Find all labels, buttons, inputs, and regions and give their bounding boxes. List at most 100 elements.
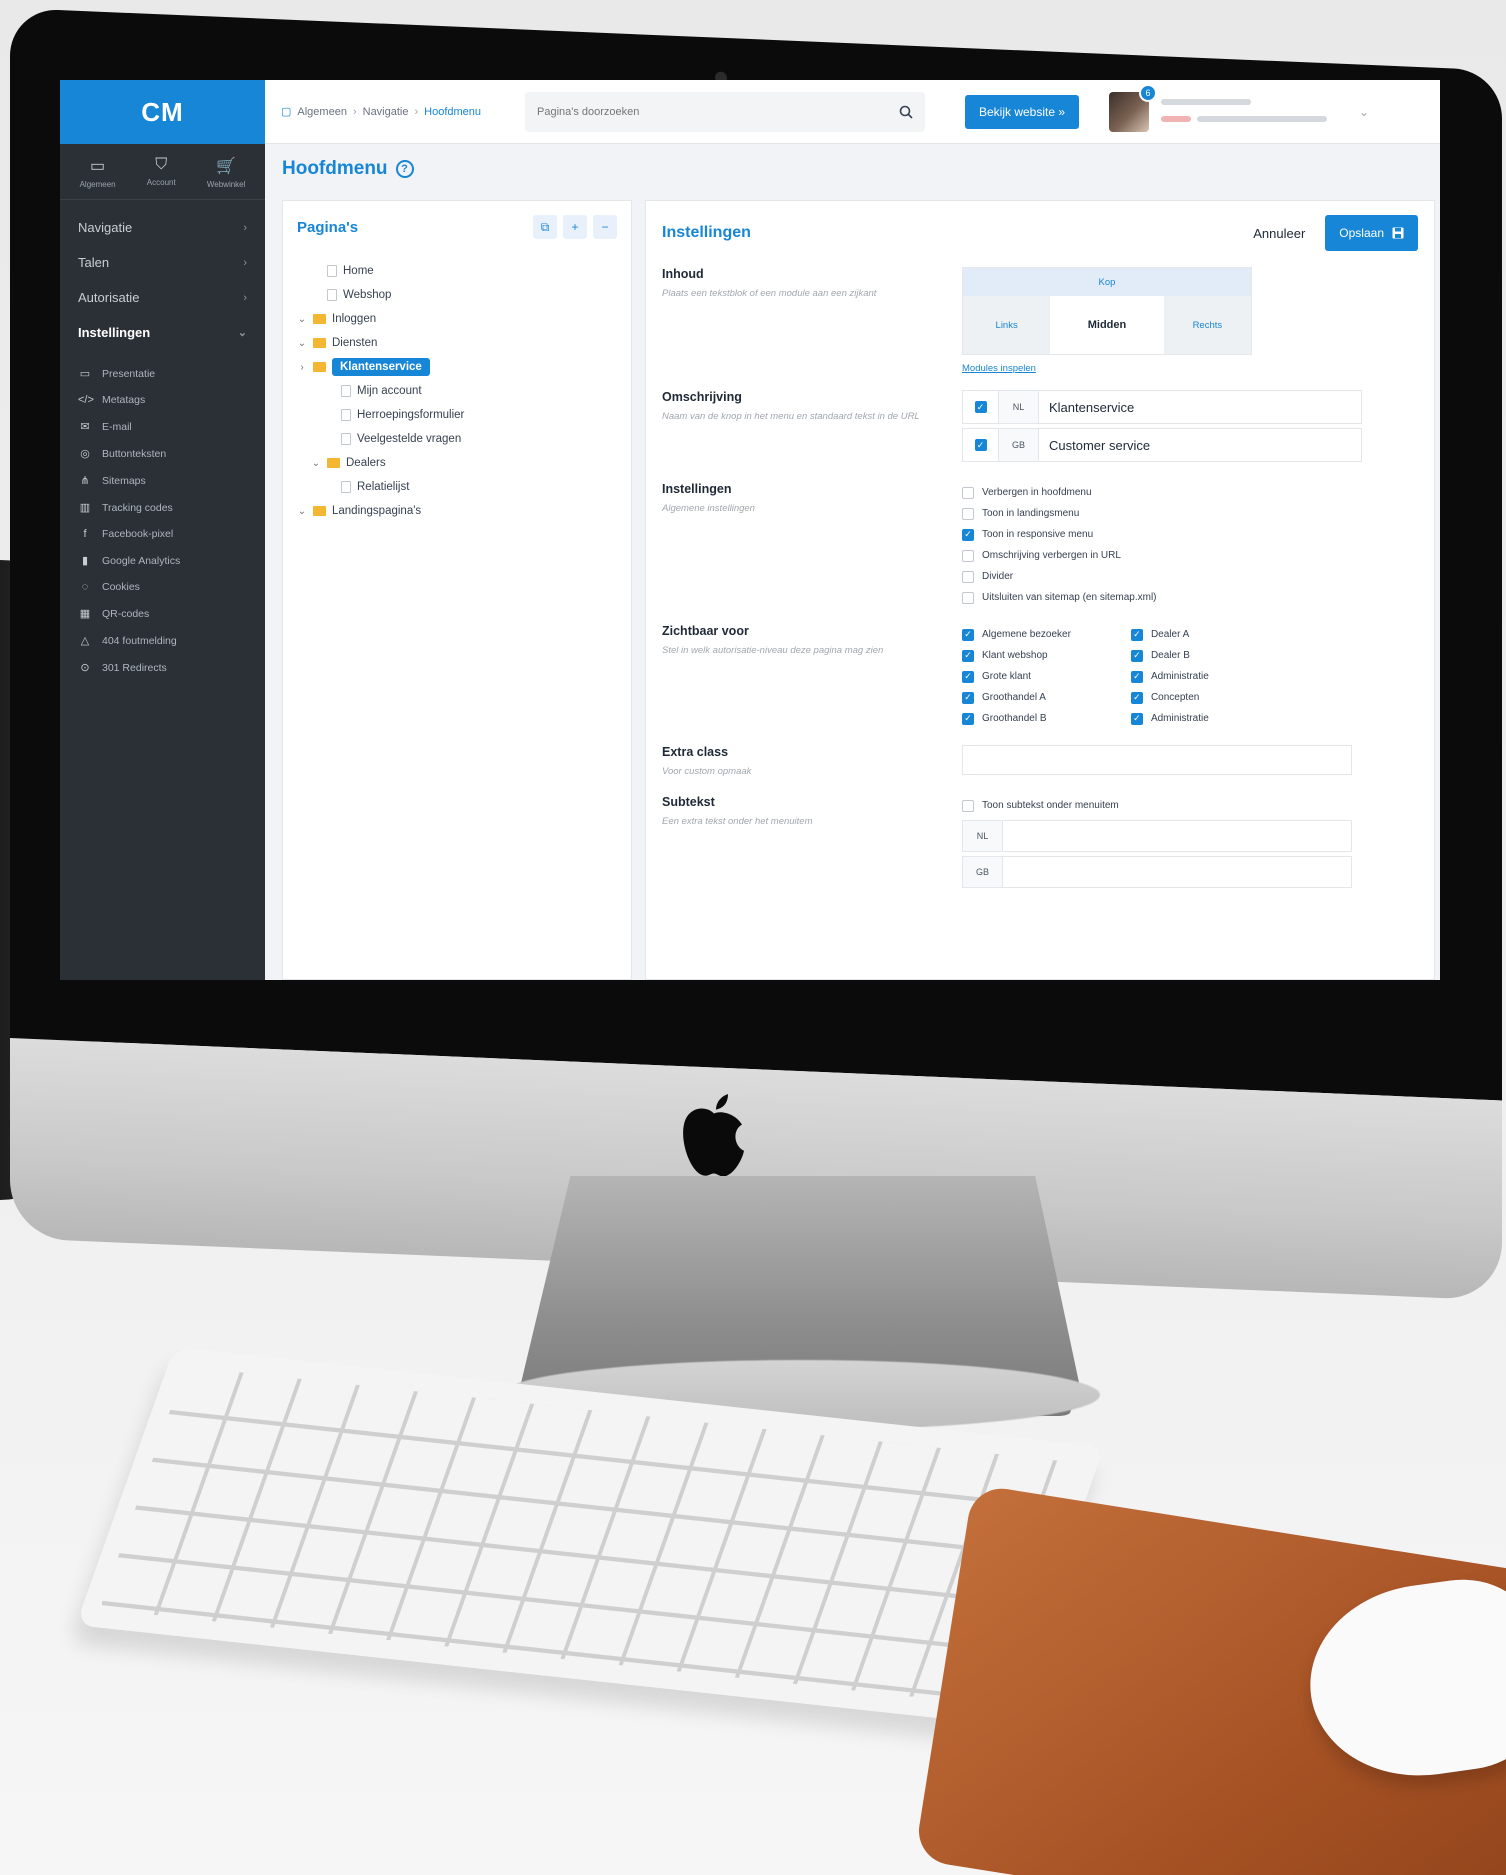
checkbox[interactable]: ✓ [1130,670,1143,683]
checkbox[interactable]: ✓ [962,628,974,641]
checkbox[interactable]: ✓ [962,528,974,541]
chevron-right-icon: › [243,256,247,269]
top-icon-algemeen[interactable]: ▭ Algemeen [80,156,116,189]
help-icon[interactable]: ? [395,160,414,178]
sidebar-subitem-2[interactable]: ✉ E-mail [60,413,265,440]
chevron-icon[interactable]: ⌄ [297,506,307,517]
checkbox-option[interactable]: ✓ Groothandel B [962,708,1071,729]
checkbox-option[interactable]: ✓ Dealer A [1130,624,1209,645]
sidebar-item-talen[interactable]: Talen › [60,245,265,280]
checkbox-option[interactable]: ✓ Algemene bezoeker [962,624,1071,645]
add-page-button[interactable]: + [563,215,587,239]
sidebar-subitem-6[interactable]: f Facebook-pixel [60,521,265,547]
tree-item-10[interactable]: ⌄ Landingspagina's [297,499,617,523]
avatar[interactable]: 6 [1109,83,1158,132]
checkbox[interactable]: ✓ [1130,712,1143,725]
checkbox[interactable]: ✓ [962,649,974,662]
tree-item-2[interactable]: ⌄ Inloggen [297,307,617,331]
subtext-toggle[interactable]: Toon subtekst onder menuitem [962,795,1418,816]
sidebar-item-navigatie[interactable]: Navigatie › [60,210,265,245]
chevron-icon[interactable]: ⌄ [297,314,307,325]
tree-item-6[interactable]: Herroepingsformulier [297,403,617,427]
position-right[interactable]: Rechts [1163,296,1251,354]
checkbox[interactable]: ✓ [1130,691,1143,704]
checkbox-option[interactable]: ✓ Administratie [1130,666,1209,687]
sidebar-subitem-5[interactable]: ▥ Tracking codes [60,494,265,521]
extra-class-input[interactable] [962,745,1352,775]
sidebar-subitem-11[interactable]: ⊙ 301 Redirects [60,654,265,681]
checkbox[interactable]: ✓ [1130,649,1143,662]
checkbox-option[interactable]: Divider [962,566,1418,587]
tree-item-label: Inloggen [332,313,377,325]
subtext-checkbox[interactable] [962,799,974,812]
top-icon-account[interactable]: ⛉ Account [147,156,176,189]
breadcrumb-home-icon[interactable]: ▢ [281,105,291,118]
checkbox-option[interactable]: ✓ Toon in responsive menu [962,524,1418,545]
lang-checkbox[interactable]: ✓ [974,401,987,413]
notification-badge[interactable]: 6 [1139,83,1158,102]
sidebar-subitem-10[interactable]: △ 404 foutmelding [60,627,265,654]
duplicate-page-button[interactable]: ⧉ [533,215,557,239]
checkbox[interactable] [962,486,974,499]
checkbox-option[interactable]: Uitsluiten van sitemap (en sitemap.xml) [962,587,1418,608]
tree-item-5[interactable]: Mijn account [297,379,617,403]
breadcrumb-item-navigatie[interactable]: Navigatie [363,106,409,118]
lang-checkbox[interactable]: ✓ [974,439,987,451]
sidebar-subitem-9[interactable]: ▦ QR-codes [60,600,265,627]
sidebar-subitem-8[interactable]: ◌ Cookies [60,574,265,600]
sidebar-subitem-4[interactable]: ⋔ Sitemaps [60,467,265,494]
checkbox[interactable]: ✓ [1130,628,1143,641]
description-input[interactable]: Customer service [1039,438,1361,453]
tree-item-3[interactable]: ⌄ Diensten [297,331,617,355]
description-input[interactable]: Klantenservice [1039,400,1361,415]
search-icon[interactable] [899,105,913,119]
checkbox-option[interactable]: Omschrijving verbergen in URL [962,545,1418,566]
checkbox[interactable]: ✓ [962,691,974,704]
top-icon-webwinkel[interactable]: 🛒 Webwinkel [207,156,246,189]
checkbox[interactable] [962,570,974,583]
sidebar-subitem-label: Buttonteksten [102,447,167,460]
user-menu[interactable]: 6 ⌄ [1109,83,1369,132]
search-input[interactable] [537,105,857,118]
tree-item-4[interactable]: › Klantenservice [297,355,617,379]
checkbox-option[interactable]: ✓ Groothandel A [962,687,1071,708]
checkbox-option[interactable]: ✓ Concepten [1130,687,1209,708]
checkbox[interactable]: ✓ [962,712,974,725]
tree-item-7[interactable]: Veelgestelde vragen [297,427,617,451]
tree-item-9[interactable]: Relatielijst [297,475,617,499]
section-extra-class-info: Extra class Voor custom opmaak [662,745,962,779]
position-left[interactable]: Links [963,296,1051,354]
sidebar-subitem-3[interactable]: ◎ Buttonteksten [60,440,265,467]
checkbox-option[interactable]: ✓ Klant webshop [962,645,1071,666]
checkbox-option[interactable]: Verbergen in hoofdmenu [962,482,1418,503]
position-top[interactable]: Kop [963,268,1251,296]
visit-website-button[interactable]: Bekijk website » [965,94,1080,129]
checkbox-option[interactable]: ✓ Administratie [1130,708,1209,729]
logo[interactable]: CM [60,80,265,144]
checkbox[interactable]: ✓ [962,670,974,683]
sidebar-subitem-7[interactable]: ▮ Google Analytics [60,547,265,574]
breadcrumb-item-algemeen[interactable]: Algemeen [297,106,347,118]
tree-item-1[interactable]: Webshop [297,283,617,307]
checkbox[interactable] [962,549,974,562]
checkbox-option[interactable]: ✓ Dealer B [1130,645,1209,666]
chevron-icon[interactable]: ⌄ [311,458,321,469]
cancel-button[interactable]: Annuleer [1253,226,1305,241]
checkbox[interactable] [962,591,974,604]
remove-page-button[interactable]: − [593,215,617,239]
chevron-icon[interactable]: ⌄ [297,338,307,349]
checkbox-option[interactable]: Toon in landingsmenu [962,503,1418,524]
sidebar-subitem-0[interactable]: ▭ Presentatie [60,360,265,387]
tree-item-0[interactable]: Home [297,259,617,283]
tree-item-8[interactable]: ⌄ Dealers [297,451,617,475]
checkbox-option[interactable]: ✓ Grote klant [962,666,1071,687]
position-middle[interactable]: Midden [1050,296,1164,354]
sidebar-item-instellingen[interactable]: Instellingen ⌄ [60,315,265,350]
chevron-down-icon[interactable]: ⌄ [1359,105,1369,119]
save-button[interactable]: Opslaan [1325,215,1418,251]
sidebar-item-autorisatie[interactable]: Autorisatie › [60,280,265,315]
chevron-icon[interactable]: › [297,362,307,373]
checkbox[interactable] [962,507,974,520]
sidebar-subitem-1[interactable]: </> Metatags [60,387,265,413]
modules-link[interactable]: Modules inspelen [962,363,1418,374]
